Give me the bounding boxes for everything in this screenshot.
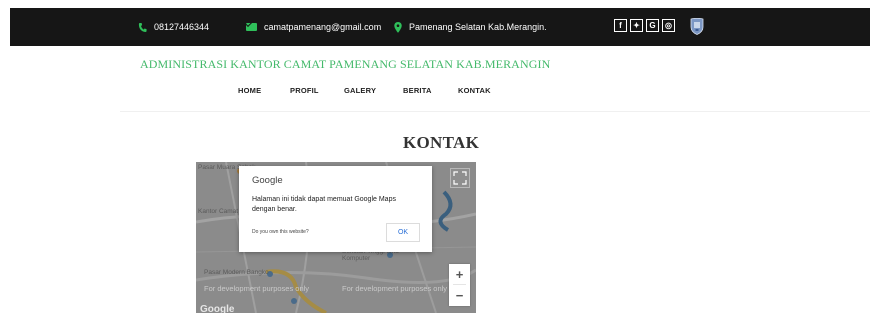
dialog-google-brand: Google bbox=[252, 175, 283, 186]
twitter-icon[interactable]: ✦ bbox=[630, 19, 643, 32]
nav-galery[interactable]: GALERY bbox=[344, 86, 376, 95]
zoom-in-button[interactable]: + bbox=[449, 264, 470, 285]
mail-icon bbox=[246, 23, 257, 31]
google-icon[interactable]: G bbox=[646, 19, 659, 32]
google-map[interactable]: Pasar Muara Sabak Kantor Camat Sekolah T… bbox=[196, 162, 476, 313]
map-error-dialog: Google Halaman ini tidak dapat memuat Go… bbox=[239, 166, 432, 252]
header-divider bbox=[120, 111, 870, 112]
email-address[interactable]: camatpamenang@gmail.com bbox=[264, 22, 381, 32]
nav-kontak[interactable]: KONTAK bbox=[458, 86, 491, 95]
facebook-icon[interactable]: f bbox=[614, 19, 627, 32]
map-label: Pasar Modern Bangko bbox=[204, 269, 269, 276]
regency-logo-icon bbox=[690, 18, 704, 35]
dev-watermark: For development purposes only bbox=[342, 284, 448, 293]
social-links: f ✦ G ◎ bbox=[614, 19, 675, 32]
fullscreen-button[interactable] bbox=[450, 168, 470, 188]
nav-home[interactable]: HOME bbox=[238, 86, 261, 95]
location-pin-icon bbox=[394, 21, 402, 33]
address-text: Pamenang Selatan Kab.Merangin. bbox=[409, 22, 547, 32]
site-title[interactable]: ADMINISTRASI KANTOR CAMAT PAMENANG SELAT… bbox=[140, 57, 550, 72]
fullscreen-icon bbox=[453, 171, 467, 185]
ok-button[interactable]: OK bbox=[386, 223, 420, 242]
dialog-message: Halaman ini tidak dapat memuat Google Ma… bbox=[252, 196, 396, 213]
map-label: Kantor Camat bbox=[198, 208, 239, 215]
zoom-out-button[interactable]: − bbox=[449, 285, 470, 306]
email-contact: camatpamenang@gmail.com bbox=[246, 20, 381, 34]
google-map-logo: Google bbox=[200, 304, 235, 313]
top-bar: 08127446344 camatpamenang@gmail.com Pame… bbox=[10, 8, 870, 46]
dev-watermark: For development purposes only bbox=[204, 284, 310, 293]
nav-berita[interactable]: BERITA bbox=[403, 86, 432, 95]
phone-icon bbox=[138, 22, 147, 32]
page-title: KONTAK bbox=[403, 133, 480, 152]
own-website-link[interactable]: Do you own this website? bbox=[252, 229, 309, 235]
nav-profil[interactable]: PROFIL bbox=[290, 86, 319, 95]
phone-number: 08127446344 bbox=[154, 22, 210, 32]
instagram-icon[interactable]: ◎ bbox=[662, 19, 675, 32]
main-nav: HOME PROFIL GALERY BERITA KONTAK bbox=[0, 86, 870, 98]
address-contact: Pamenang Selatan Kab.Merangin. bbox=[394, 20, 547, 34]
phone-contact: 08127446344 bbox=[138, 20, 209, 34]
zoom-control: + − bbox=[449, 264, 470, 306]
